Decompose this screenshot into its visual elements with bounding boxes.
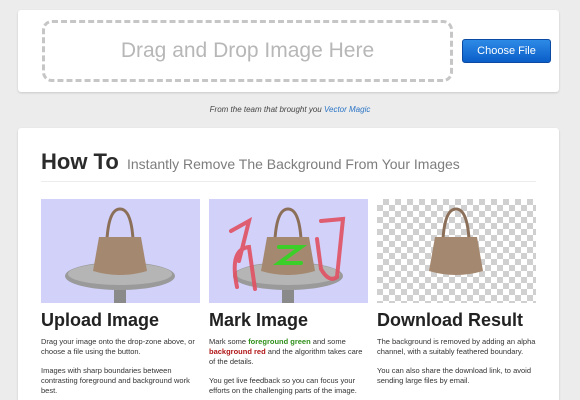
step-title: Upload Image [41, 310, 160, 330]
step-text: You get live feedback so you can focus y… [209, 376, 357, 395]
background-red-label: background red [209, 347, 266, 356]
step-title: Download Result [377, 310, 524, 330]
step-mark: Mark Image Mark some foreground green an… [209, 199, 368, 400]
handbag-on-table-icon [65, 207, 175, 303]
step-text: The background is removed by adding an a… [377, 337, 536, 356]
step-download: Download Result The background is remove… [377, 199, 536, 395]
choose-file-button[interactable]: Choose File [462, 39, 551, 63]
step-upload: Upload Image Drag your image onto the dr… [41, 199, 200, 400]
marked-handbag-icon [229, 207, 346, 303]
image-dropzone[interactable]: Drag and Drop Image Here [42, 20, 453, 82]
step-description: Drag your image onto the drop-zone above… [41, 337, 200, 396]
credit-line: From the team that brought you Vector Ma… [0, 105, 580, 114]
foreground-green-label: foreground green [248, 337, 311, 346]
step-text: Images with sharp boundaries between con… [41, 366, 190, 395]
howto-card: How To Instantly Remove The Background F… [18, 128, 559, 400]
credit-prefix: From the team that brought you [209, 105, 322, 114]
step-text: You can also share the download link, to… [377, 366, 531, 385]
text-fragment: Mark some [209, 337, 247, 346]
step-title: Mark Image [209, 310, 309, 330]
vector-magic-link[interactable]: Vector Magic [324, 105, 370, 114]
upload-example-image [41, 199, 200, 303]
step-description: The background is removed by adding an a… [377, 337, 536, 386]
text-fragment: and some [312, 337, 346, 346]
howto-title: How To [41, 149, 119, 174]
step-text: Mark some foreground green and some back… [209, 337, 368, 367]
dropzone-label: Drag and Drop Image Here [120, 39, 375, 62]
step-text: Drag your image onto the drop-zone above… [41, 337, 195, 356]
divider [41, 181, 536, 182]
howto-subtitle: Instantly Remove The Background From You… [127, 156, 460, 172]
upload-card: Drag and Drop Image Here Choose File [18, 10, 559, 92]
step-description: Mark some foreground green and some back… [209, 337, 368, 396]
mark-example-image [209, 199, 368, 303]
transparent-handbag-icon [429, 207, 483, 275]
result-example-image [377, 199, 536, 303]
